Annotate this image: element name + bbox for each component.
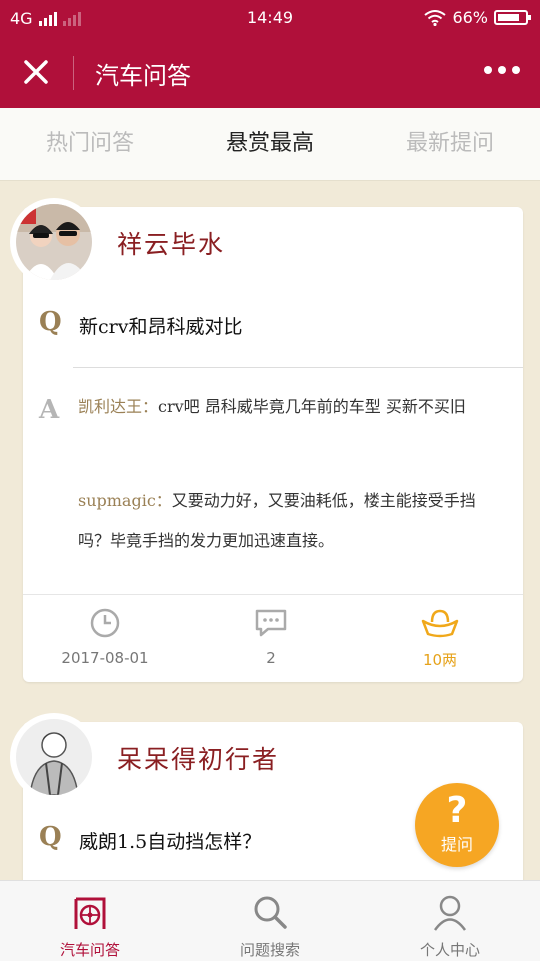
reward-amount: 10两: [385, 607, 495, 670]
comment-count-text: 2: [266, 649, 276, 667]
nav-car-qa[interactable]: 汽车问答: [0, 881, 180, 961]
battery-icon: [494, 10, 531, 25]
answer-item: 凯利达王：crv吧 昂科威毕竟几年前的车型 买新不买旧: [78, 387, 505, 427]
status-bar: 4G 14:49 66%: [0, 0, 540, 36]
title-divider: [73, 56, 74, 90]
answer-author: supmagic：: [78, 491, 172, 510]
close-icon[interactable]: [18, 54, 54, 90]
comment-icon: [255, 609, 287, 637]
page-title: 汽车问答: [95, 62, 191, 90]
nav-question-search[interactable]: 问题搜索: [180, 881, 360, 961]
avatar[interactable]: [16, 719, 92, 795]
username[interactable]: 祥云毕水: [117, 225, 225, 261]
tab-highest-reward[interactable]: 悬赏最高: [180, 108, 360, 180]
question-marker-icon: Q: [39, 307, 62, 337]
avatar[interactable]: [16, 204, 92, 280]
nav-profile[interactable]: 个人中心: [360, 881, 540, 961]
date-text: 2017-08-01: [61, 649, 149, 667]
ask-question-button[interactable]: ? 提问: [415, 783, 499, 867]
question-marker-icon: Q: [39, 822, 62, 852]
wifi-icon: [424, 9, 447, 26]
divider: [73, 367, 523, 368]
ask-label: 提问: [440, 835, 473, 854]
question-card[interactable]: 祥云毕水 Q 新crv和昂科威对比 A 凯利达王：crv吧 昂科威毕竟几年前的车…: [10, 198, 523, 682]
comment-count[interactable]: 2: [216, 607, 326, 667]
person-icon: [433, 895, 467, 931]
post-date: 2017-08-01: [50, 607, 160, 667]
answer-author: 凯利达王：: [78, 397, 159, 416]
tab-latest-questions[interactable]: 最新提问: [360, 108, 540, 180]
bottom-nav: 汽车问答 问题搜索 个人中心: [0, 880, 540, 961]
nav-label: 问题搜索: [239, 941, 300, 959]
answer-text: crv吧 昂科威毕竟几年前的车型 买新不买旧: [158, 397, 466, 416]
more-icon[interactable]: [484, 66, 520, 74]
clock-icon: [90, 608, 120, 638]
question-mark-icon: ?: [446, 790, 468, 831]
question-text[interactable]: 新crv和昂科威对比: [79, 312, 242, 339]
username[interactable]: 呆呆得初行者: [117, 740, 279, 776]
wheel-icon: [74, 897, 106, 929]
gold-ingot-icon: [421, 609, 459, 638]
tab-hot-qa[interactable]: 热门问答: [0, 108, 180, 180]
nav-label: 汽车问答: [59, 941, 120, 959]
tab-bar: 热门问答 悬赏最高 最新提问: [0, 108, 540, 181]
title-bar: 汽车问答: [0, 36, 540, 108]
answer-marker-icon: A: [39, 395, 60, 425]
battery-percent: 66%: [452, 8, 488, 27]
avatar-frame: [10, 198, 98, 286]
divider: [23, 594, 523, 595]
search-icon: [254, 896, 287, 929]
answer-item: supmagic：又要动力好，又要油耗低，楼主能接受手挡吗？毕竟手挡的发力更加迅…: [78, 481, 505, 561]
avatar-frame: [10, 713, 98, 801]
nav-label: 个人中心: [419, 941, 480, 959]
question-text[interactable]: 威朗1.5自动挡怎样？: [79, 827, 261, 854]
reward-text: 10两: [422, 651, 458, 669]
